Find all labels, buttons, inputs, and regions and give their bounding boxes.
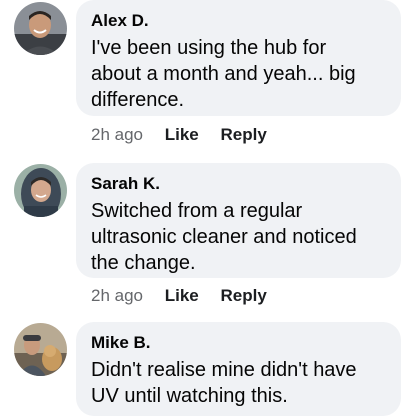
avatar-sarah-image [14,164,67,217]
like-button[interactable]: Like [165,286,199,305]
comment-text: I've been using the hub for about a mont… [91,37,356,111]
comment-bubble: Mike B. Didn't realise mine didn't have … [76,322,401,416]
comment-author[interactable]: Sarah K. [91,173,387,195]
comment-author[interactable]: Mike B. [91,332,387,354]
avatar-alex-image [14,2,67,55]
comment-bubble: Alex D. I've been using the hub for abou… [76,0,401,116]
avatar[interactable] [14,164,67,217]
like-button[interactable]: Like [165,125,199,144]
comment-actions: 2h ago Like Reply [91,124,284,146]
comment-bubble: Sarah K. Switched from a regular ultraso… [76,163,401,278]
reply-button[interactable]: Reply [221,125,267,144]
comment-text: Didn't realise mine didn't have UV until… [91,359,357,407]
comment-actions: 2h ago Like Reply [91,285,284,307]
comment-text: Switched from a regular ultrasonic clean… [91,200,357,274]
reply-button[interactable]: Reply [221,286,267,305]
comment-author[interactable]: Alex D. [91,10,387,32]
avatar[interactable] [14,2,67,55]
avatar-mike-image [14,323,67,376]
comment-timestamp[interactable]: 2h ago [91,125,143,144]
avatar[interactable] [14,323,67,376]
comment-timestamp[interactable]: 2h ago [91,286,143,305]
